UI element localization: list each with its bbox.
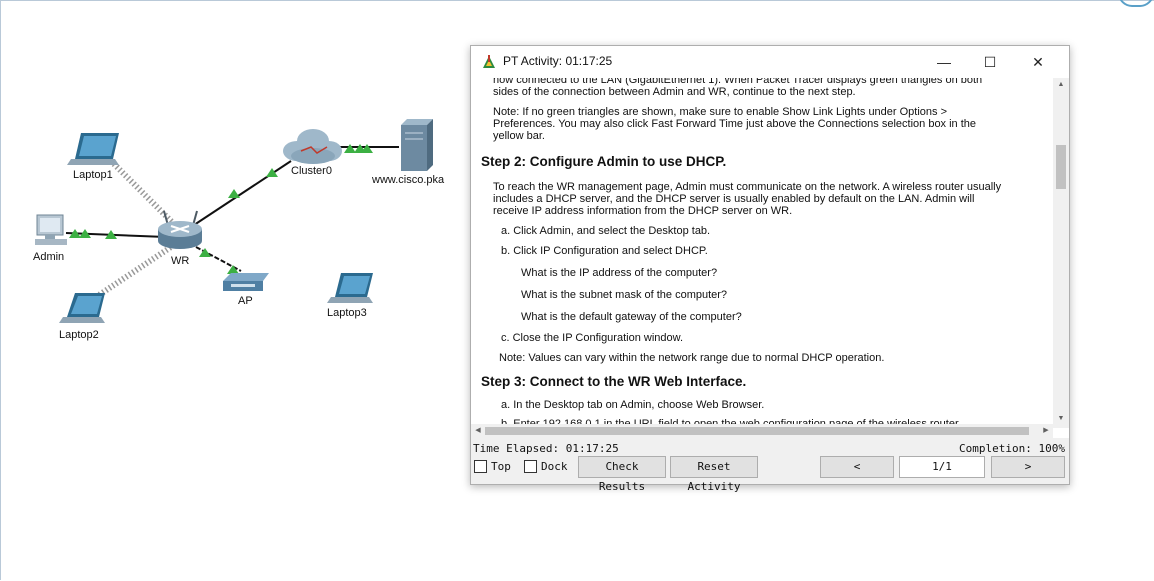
minimize-button[interactable]: — [921,46,967,78]
dock-checkbox[interactable] [524,460,537,473]
step3-heading: Step 3: Connect to the WR Web Interface. [481,374,747,389]
device-label-laptop2[interactable]: Laptop2 [59,329,99,341]
note-line: Note: If no green triangles are shown, m… [493,106,948,118]
para-line: now connected to the LAN (GigabitEtherne… [493,78,983,86]
horizontal-scroll-thumb[interactable] [485,427,1029,435]
para-line: receive IP address information from the … [493,205,793,217]
scroll-down-arrow-icon[interactable]: ▼ [1053,412,1069,426]
step-item: c. Close the IP Configuration window. [501,332,684,344]
time-elapsed: Time Elapsed: 01:17:25 [473,442,619,455]
maximize-button[interactable]: ☐ [967,46,1013,78]
note-line: Note: Values can vary within the network… [499,352,885,364]
packet-tracer-icon [483,55,495,68]
question: What is the IP address of the computer? [521,267,718,279]
note-line: Preferences. You may also click Fast For… [493,118,977,130]
check-results-button[interactable]: Check Results [578,456,666,493]
wr-router-icon[interactable] [158,210,202,249]
note-line: yellow bar. [493,130,545,142]
previous-page-button[interactable]: < [820,456,894,478]
vertical-scroll-thumb[interactable] [1056,145,1066,189]
step-item: a. Click Admin, and select the Desktop t… [501,225,711,237]
cluster0-cloud-icon[interactable] [283,129,342,164]
step-item: b. Click IP Configuration and select DHC… [501,245,708,257]
dock-checkbox-label[interactable]: Dock [541,460,568,473]
completion-percent: Completion: 100% [959,442,1065,455]
step2-heading: Step 2: Configure Admin to use DHCP. [481,154,727,169]
app-logo-icon [1118,0,1154,7]
next-page-button[interactable]: > [991,456,1065,478]
device-label-laptop1[interactable]: Laptop1 [73,169,113,181]
device-label-admin[interactable]: Admin [33,251,64,263]
window-titlebar[interactable]: PT Activity: 01:17:25 — ☐ ✕ [471,46,1069,78]
question: What is the default gateway of the compu… [521,311,742,323]
instructions-pane[interactable]: now connected to the LAN (GigabitEtherne… [471,78,1053,428]
para-line: sides of the connection between Admin an… [493,86,856,98]
ap-icon[interactable] [223,273,269,291]
laptop1-icon[interactable] [67,133,119,165]
close-button[interactable]: ✕ [1015,46,1061,78]
device-label-ap[interactable]: AP [238,295,253,307]
window-title: PT Activity: 01:17:25 [503,54,613,68]
device-label-cluster0[interactable]: Cluster0 [291,165,332,177]
scroll-right-arrow-icon[interactable]: ▶ [1039,424,1053,438]
network-topology [35,119,433,323]
page-indicator[interactable]: 1/1 [899,456,985,478]
vertical-scrollbar[interactable]: ▲ ▼ [1053,78,1069,428]
scroll-left-arrow-icon[interactable]: ◀ [471,424,485,438]
top-checkbox[interactable] [474,460,487,473]
server-icon[interactable] [401,119,433,171]
top-checkbox-label[interactable]: Top [491,460,511,473]
cable-wr-cluster0[interactable] [190,160,292,228]
pt-activity-window[interactable]: PT Activity: 01:17:25 — ☐ ✕ now connecte… [470,45,1070,493]
laptop2-icon[interactable] [59,293,105,323]
para-line: To reach the WR management page, Admin m… [493,181,1002,193]
admin-pc-icon[interactable] [35,214,67,245]
wireless-link-laptop2 [94,244,173,300]
device-label-laptop3[interactable]: Laptop3 [327,307,367,319]
reset-activity-button[interactable]: Reset Activity [670,456,758,493]
laptop3-icon[interactable] [327,273,373,303]
horizontal-scrollbar[interactable]: ◀ ▶ [471,424,1053,438]
question: What is the subnet mask of the computer? [521,289,728,301]
scroll-up-arrow-icon[interactable]: ▲ [1053,78,1069,92]
device-label-server[interactable]: www.cisco.pka [372,174,444,186]
wireless-link-laptop1 [108,158,176,226]
step-item: a. In the Desktop tab on Admin, choose W… [501,399,765,411]
device-label-wr[interactable]: WR [171,255,189,267]
para-line: includes a DHCP server, and the DHCP ser… [493,193,975,205]
activity-statusbar: Time Elapsed: 01:17:25 Completion: 100% … [471,438,1069,493]
